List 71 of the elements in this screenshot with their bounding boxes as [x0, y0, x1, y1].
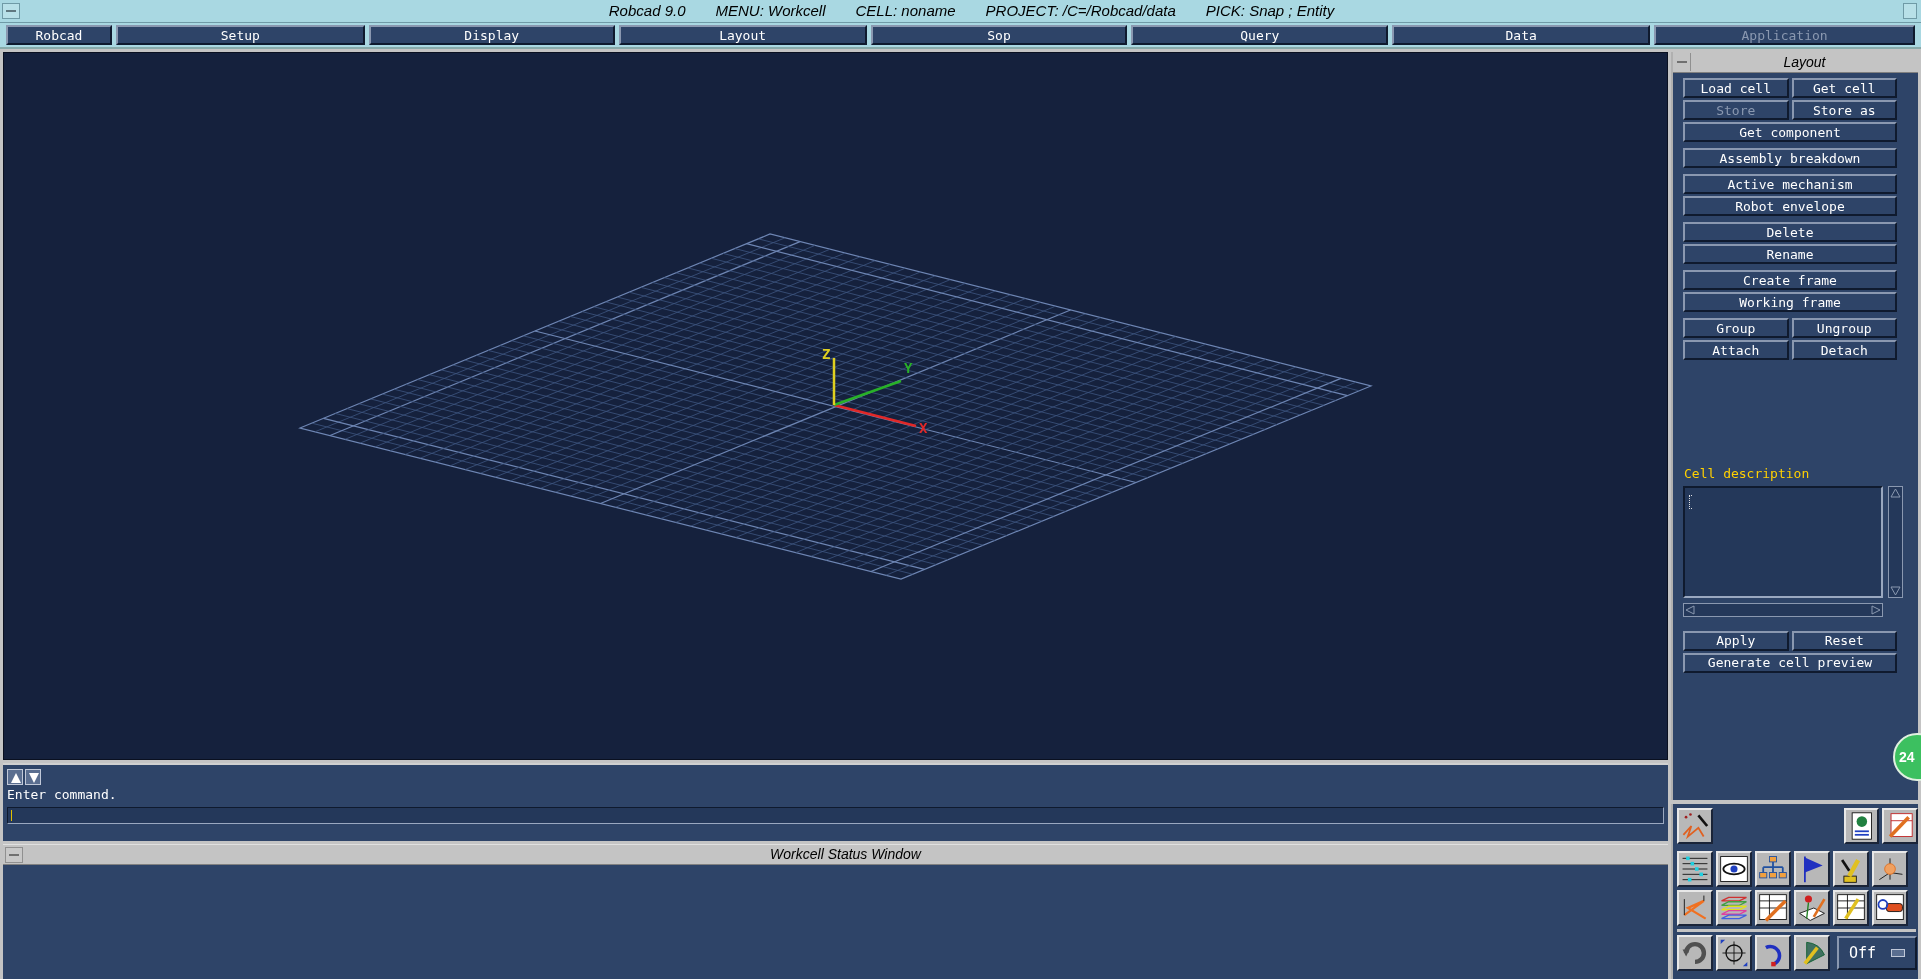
globe-document-icon[interactable] — [1843, 808, 1880, 844]
toggle-dropdown[interactable]: Off — [1837, 936, 1917, 970]
3d-viewport[interactable]: X Y Z — [3, 52, 1668, 760]
panel-button[interactable]: Apply — [1683, 630, 1789, 651]
table-robot-arm-icon[interactable] — [1833, 890, 1869, 926]
panel-button[interactable]: Load cell — [1683, 78, 1789, 98]
title-bar-text: CELL: noname — [855, 0, 956, 21]
panel-button[interactable]: Get cell — [1791, 78, 1897, 98]
sliders-icon[interactable] — [1677, 851, 1713, 887]
dropdown-indicator-icon — [1891, 949, 1905, 957]
vertical-scrollbar[interactable] — [1888, 485, 1903, 598]
menu-item[interactable]: Data — [1392, 25, 1651, 45]
axis-label: X — [919, 420, 928, 436]
menu-item[interactable]: Display — [368, 25, 615, 45]
eye-icon[interactable] — [1716, 851, 1752, 887]
panel-button[interactable]: Ungroup — [1791, 318, 1897, 338]
axis-label: Y — [904, 360, 913, 376]
panel-button[interactable]: Delete — [1683, 222, 1897, 242]
table-pencil-icon[interactable] — [1755, 890, 1791, 926]
menu-item[interactable]: Layout — [618, 25, 867, 45]
panel-button[interactable]: Store as — [1791, 100, 1897, 120]
command-prompt: Enter command. — [7, 787, 117, 803]
window-menu-button[interactable] — [5, 846, 23, 863]
title-bar-text: MENU: Workcell — [715, 0, 826, 21]
crosshair-icon[interactable] — [1716, 935, 1752, 971]
zigzag-path-icon[interactable] — [1677, 890, 1713, 926]
flag-icon[interactable] — [1794, 851, 1830, 887]
scroll-down-arrow-icon[interactable] — [1889, 584, 1902, 597]
title-bar-text: PROJECT: /C=/Robcad/data — [985, 0, 1176, 21]
panel-button[interactable]: Create frame — [1683, 270, 1897, 290]
panel-button[interactable]: Generate cell preview — [1683, 652, 1897, 673]
panel-button[interactable]: Detach — [1791, 340, 1897, 360]
panel-button[interactable]: Robot envelope — [1683, 196, 1897, 216]
panel-title: Layout — [1783, 52, 1826, 72]
panel-button[interactable]: Working frame — [1683, 292, 1897, 312]
horizontal-scrollbar[interactable] — [1683, 602, 1883, 617]
panel-button[interactable]: Rename — [1683, 244, 1897, 264]
menu-item[interactable]: Sop — [870, 25, 1128, 45]
scroll-right-arrow-icon[interactable] — [1870, 603, 1882, 616]
panel-button[interactable]: Assembly breakdown — [1683, 148, 1897, 168]
layers-icon[interactable] — [1716, 890, 1752, 926]
hierarchy-icon[interactable] — [1755, 851, 1791, 887]
flower-pen-icon[interactable] — [1794, 890, 1830, 926]
command-input-field[interactable] — [7, 807, 1664, 824]
table-pencil-icon[interactable] — [1882, 808, 1918, 844]
magic-wand-icon[interactable] — [1677, 808, 1713, 844]
panel-button[interactable]: Attach — [1683, 340, 1789, 360]
panel-button[interactable]: Group — [1683, 318, 1789, 338]
title-bar-text: Robcad 9.0 — [608, 0, 686, 21]
menu-item[interactable]: Setup — [115, 25, 365, 45]
rotate-icon[interactable] — [1677, 935, 1713, 971]
window-menu-button[interactable] — [2, 3, 20, 19]
robot-envelope-icon[interactable] — [1794, 935, 1830, 971]
title-bar-text: PICK: Snap ; Entity — [1205, 0, 1335, 21]
axis-label: Z — [822, 346, 831, 362]
scroll-up-arrow-icon[interactable] — [1889, 486, 1902, 499]
cell-description-field[interactable] — [1683, 485, 1883, 598]
cell-description-label: Cell description — [1684, 465, 1810, 483]
panel-button[interactable]: Active mechanism — [1683, 174, 1897, 194]
undo-icon[interactable] — [1755, 935, 1791, 971]
robot-arm-icon[interactable] — [1833, 851, 1869, 887]
panel-button[interactable]: Get component — [1683, 122, 1897, 142]
table-car-icon[interactable] — [1872, 890, 1908, 926]
menu-item[interactable]: Query — [1131, 25, 1389, 45]
coordinate-frame-icon[interactable] — [1872, 851, 1908, 887]
scroll-down-button[interactable] — [25, 769, 41, 785]
scroll-up-button[interactable] — [7, 769, 23, 785]
status-window-title: Workcell Status Window — [770, 845, 921, 864]
panel-button[interactable]: Reset — [1791, 630, 1897, 651]
scroll-left-arrow-icon[interactable] — [1684, 603, 1696, 616]
menu-item[interactable]: Robcad — [6, 25, 112, 45]
